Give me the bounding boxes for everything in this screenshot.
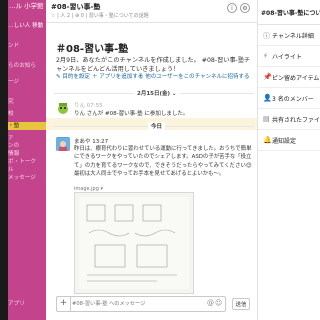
lightning-icon: ⚡: [263, 52, 268, 60]
emoji-icon[interactable]: ☺: [215, 299, 222, 307]
channel-meta: ☆ | 人 2 | ⊕ 0 | 習い事・塾についての話題: [51, 13, 149, 19]
info-icon: ⓘ: [263, 32, 270, 40]
panel-title: #08-習い事-塾について: [261, 10, 320, 17]
sidebar-item[interactable]: …しい人 移動: [8, 22, 46, 30]
info-icon[interactable]: i: [227, 3, 237, 13]
sidebar-item[interactable]: メッセージ: [8, 174, 46, 182]
intro-title: ＃08-習い事-塾: [56, 44, 129, 55]
add-app-link[interactable]: ＋ アプリを追加する: [92, 72, 143, 80]
message-text: りん さんが #08-習い事-塾 に参加しました。: [74, 111, 189, 117]
sidebar-item[interactable]: ンド: [8, 42, 46, 50]
plus-icon[interactable]: +: [57, 297, 71, 311]
panel-item-label: ハイライト: [272, 54, 302, 61]
invite-link[interactable]: ＋ 他のユーザーをこのチャンネルに招待する: [138, 72, 249, 80]
attachment-image[interactable]: [74, 192, 194, 294]
send-button[interactable]: 送信: [232, 298, 250, 310]
message-author[interactable]: まあや 13:27: [74, 137, 108, 145]
at-icon[interactable]: @: [207, 299, 214, 307]
panel-item-members[interactable]: 👤 3 名のメンバー: [258, 88, 320, 109]
message-author[interactable]: りん 07:55: [74, 101, 103, 109]
avatar[interactable]: [56, 137, 70, 151]
file-icon: ▤: [263, 115, 270, 123]
date-label: 今日: [148, 122, 166, 130]
sidebar-item[interactable]: ージ: [8, 78, 46, 86]
sidebar-item[interactable]: ボ・トーク: [8, 158, 46, 166]
bell-icon: 🔔: [263, 136, 272, 144]
person-icon: 👤: [263, 94, 272, 102]
panel-header: #08-習い事-塾について: [258, 0, 320, 25]
panel-item-label: 共有されたファイル: [272, 117, 320, 124]
sidebar-item[interactable]: ァ: [8, 134, 46, 142]
date-label[interactable]: 2月15日(金) ⌄: [134, 89, 180, 97]
workspace-name[interactable]: …ル 小学館: [8, 0, 46, 12]
avatar[interactable]: [56, 101, 70, 115]
panel-item-files[interactable]: ▤ 共有されたファイル: [258, 109, 320, 130]
pin-icon: 📌: [263, 73, 272, 81]
sidebar-item-apps[interactable]: アプリ: [8, 300, 46, 308]
panel-item-label: ピン留めアイテム: [272, 75, 320, 82]
sidebar-item[interactable]: 究: [8, 98, 46, 106]
sidebar: …ル 小学館 …しい人 移動 ンド らのお知ら ージ 究 校 ・塾 ァ ンの 情…: [8, 0, 46, 320]
sidebar-item-active-channel[interactable]: ・塾: [8, 122, 46, 130]
panel-item-notifications[interactable]: 🔔 通知設定: [258, 130, 320, 151]
sidebar-item[interactable]: ンの: [8, 142, 46, 150]
set-purpose-link[interactable]: ✎ 目的を設定: [56, 72, 90, 80]
message-input[interactable]: [72, 297, 192, 310]
slack-window: …ル 小学館 …しい人 移動 ンド らのお知ら ージ 究 校 ・塾 ァ ンの 情…: [8, 0, 320, 320]
message-composer: + @ ☺: [56, 296, 226, 312]
sidebar-item[interactable]: ル: [8, 166, 46, 174]
channel-header: #08-習い事-塾 ☆ | 人 2 | ⊕ 0 | 習い事・塾についての話題 i…: [46, 0, 257, 23]
panel-item-pinned[interactable]: 📌 ピン留めアイテム: [258, 67, 320, 88]
channel-title[interactable]: #08-習い事-塾: [51, 2, 100, 12]
panel-item-label: 通知設定: [272, 138, 297, 145]
sidebar-item[interactable]: 情報: [8, 150, 46, 158]
channel-details-panel: #08-習い事-塾について ⓘ チャンネル詳細 ⚡ ハイライト 📌 ピン留めアイ…: [257, 0, 320, 320]
panel-item-details[interactable]: ⓘ チャンネル詳細: [258, 25, 320, 46]
sidebar-item[interactable]: 校: [8, 110, 46, 118]
message-body: 昨日は、療育代わりに習わせている運動に行ってきました。おうちで簡単にできるワーク…: [74, 146, 252, 178]
panel-item-label: チャンネル詳細: [272, 33, 314, 40]
settings-icon[interactable]: ⚙: [240, 3, 250, 13]
panel-item-highlights[interactable]: ⚡ ハイライト: [258, 46, 320, 67]
panel-item-label: 3 名のメンバー: [272, 96, 314, 103]
sidebar-item[interactable]: らのお知ら: [8, 62, 46, 70]
